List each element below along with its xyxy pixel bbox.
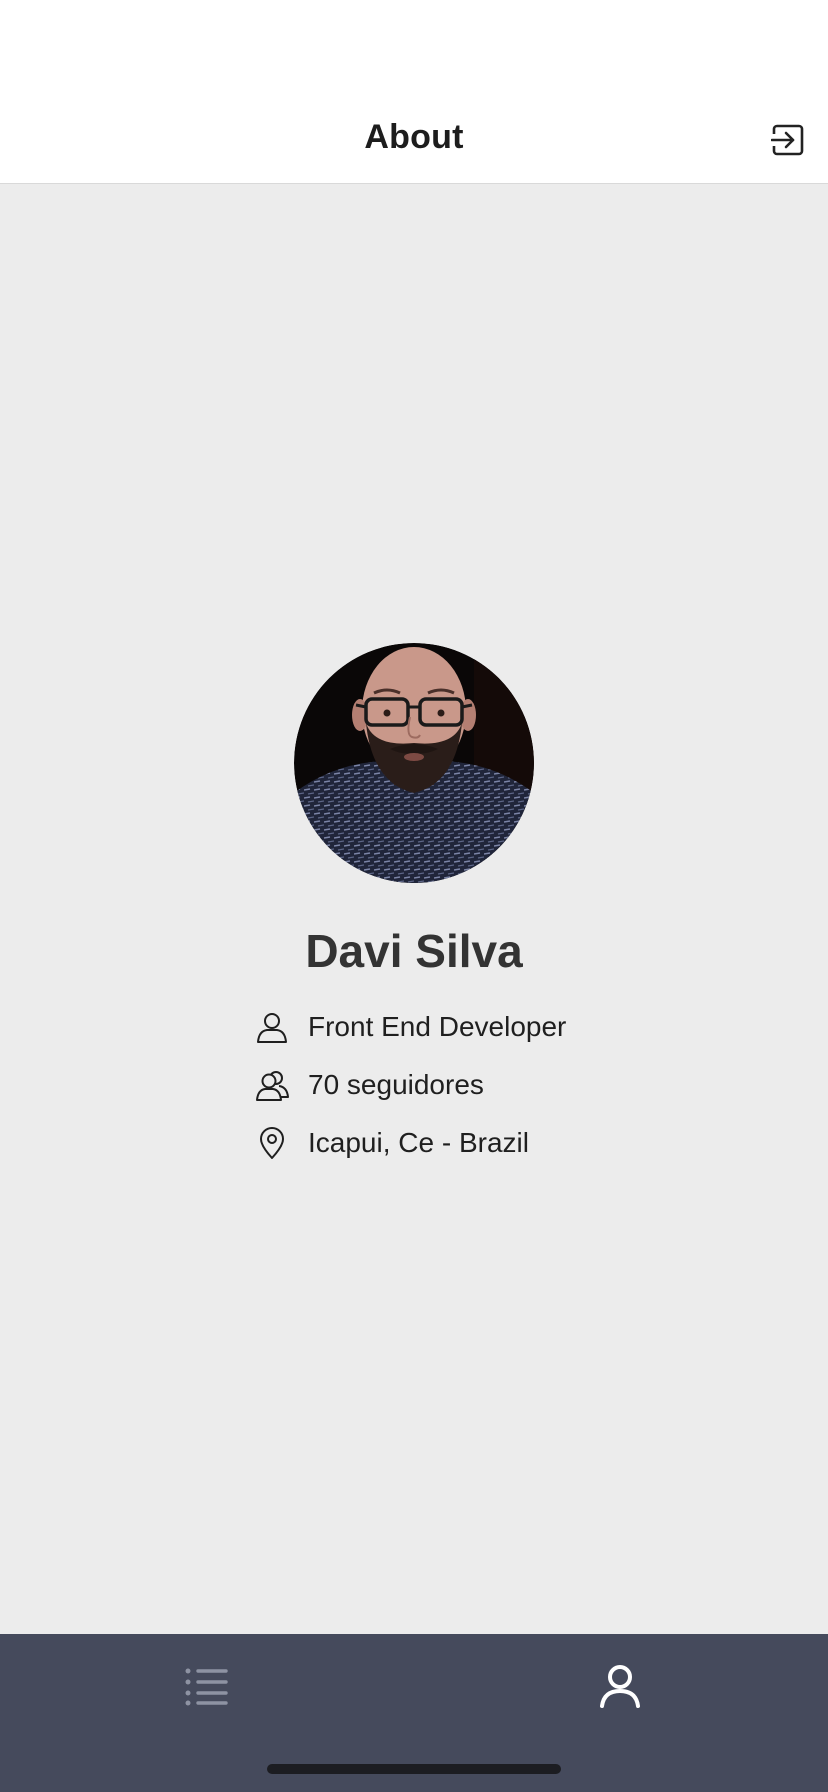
logout-button[interactable] xyxy=(770,122,806,158)
tab-profile[interactable] xyxy=(590,1658,650,1714)
profile-details: Front End Developer 70 seguidores Icapui… xyxy=(254,998,674,1172)
bio-text: Front End Developer xyxy=(308,1011,567,1042)
page-title: About xyxy=(364,118,464,156)
list-icon xyxy=(185,1668,228,1706)
location-text: Icapui, Ce - Brazil xyxy=(308,1127,529,1158)
tab-repositories[interactable] xyxy=(176,1658,236,1714)
users-icon xyxy=(254,1067,290,1103)
logout-icon xyxy=(771,124,804,156)
user-icon xyxy=(254,1009,290,1045)
profile-photo xyxy=(294,643,534,883)
detail-followers: 70 seguidores xyxy=(254,1056,674,1114)
detail-bio: Front End Developer xyxy=(254,998,674,1056)
status-bar-area xyxy=(0,0,828,100)
avatar xyxy=(294,643,534,883)
detail-location: Icapui, Ce - Brazil xyxy=(254,1114,674,1172)
header: About xyxy=(0,100,828,184)
user-name: Davi Silva xyxy=(305,925,523,977)
followers-text: 70 seguidores xyxy=(308,1069,484,1100)
tab-bar xyxy=(0,1634,828,1792)
user-icon xyxy=(600,1665,640,1708)
home-indicator xyxy=(267,1764,561,1774)
map-pin-icon xyxy=(254,1125,290,1161)
about-content: Davi Silva Front End Developer 70 seguid… xyxy=(0,184,828,1634)
